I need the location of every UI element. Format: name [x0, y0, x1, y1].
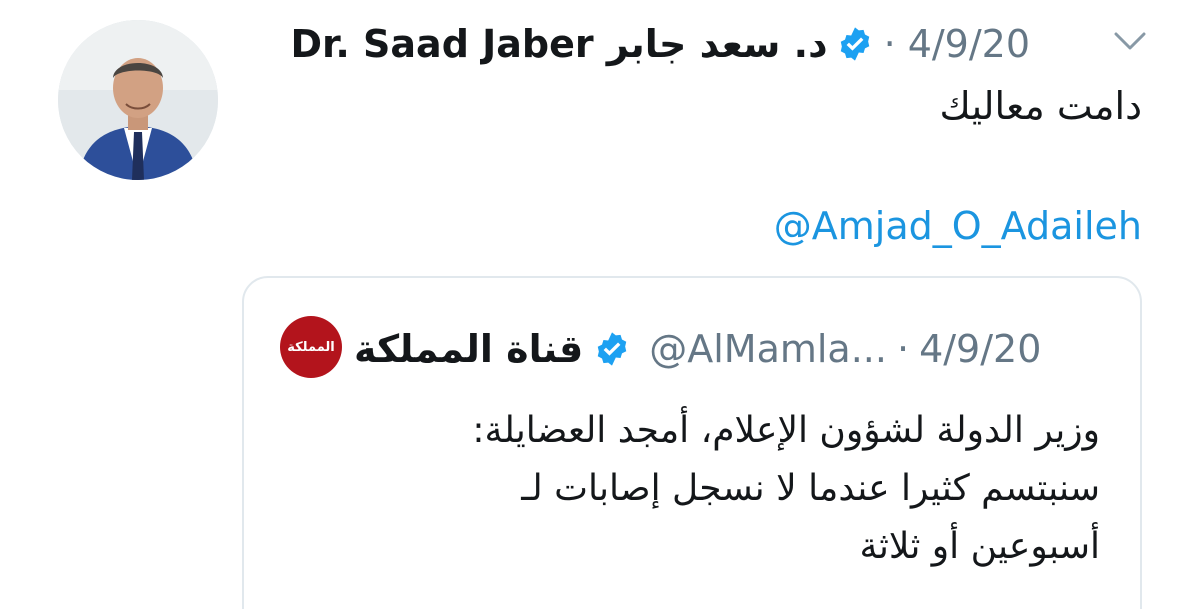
verified-badge-icon [836, 25, 874, 63]
quoted-display-name[interactable]: قناة المملكة [354, 327, 583, 371]
tweet-header: Dr. Saad Jaber د. سعد جابر · 4/9/20 [291, 16, 1030, 72]
display-name[interactable]: Dr. Saad Jaber د. سعد جابر [291, 22, 828, 66]
verified-badge-icon [593, 330, 631, 368]
quoted-handle[interactable]: @AlMamla... [649, 327, 887, 371]
mention-link[interactable]: @Amjad_O_Adaileh [774, 198, 1142, 254]
quoted-tweet-header: قناة المملكة @AlMamla... · 4/9/20 [354, 320, 1041, 378]
quoted-text-line: أسبوعين أو ثلاثة [859, 526, 1100, 567]
separator-dot: · [896, 327, 910, 371]
quoted-text-line: وزير الدولة لشؤون الإعلام، أمجد العضايلة… [472, 410, 1100, 451]
tweet-date[interactable]: 4/9/20 [908, 22, 1030, 66]
quoted-text-line: سنبتسم كثيرا عندما لا نسجل إصابات لـ [521, 468, 1100, 509]
quoted-tweet[interactable]: المملكة قناة المملكة @AlMamla... · 4/9/2… [242, 276, 1142, 609]
quoted-tweet-text: وزير الدولة لشؤون الإعلام، أمجد العضايلة… [280, 402, 1100, 576]
separator-dot: · [883, 22, 896, 66]
quoted-date[interactable]: 4/9/20 [919, 327, 1041, 371]
avatar-image [58, 20, 218, 180]
chevron-down-icon[interactable] [1112, 28, 1148, 54]
avatar[interactable] [58, 20, 218, 180]
tweet-text: دامت معاليك [939, 84, 1142, 128]
channel-logo-text: المملكة [287, 339, 335, 355]
channel-logo[interactable]: المملكة [280, 316, 342, 378]
